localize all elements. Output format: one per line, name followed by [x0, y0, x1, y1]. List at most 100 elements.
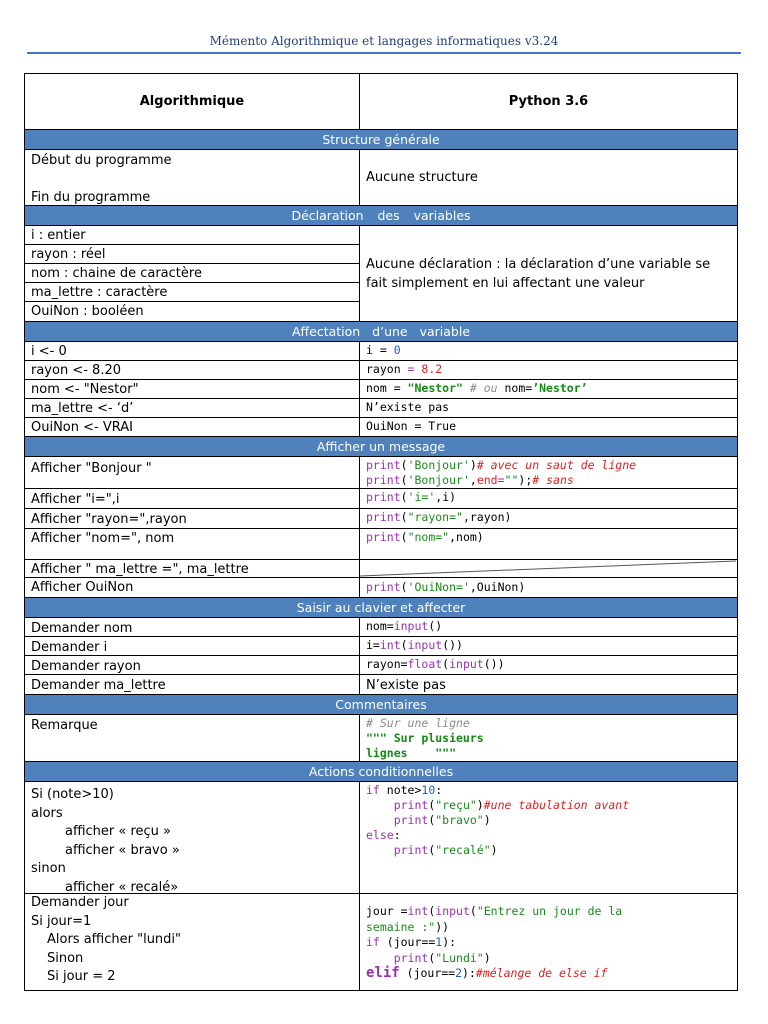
declaration-algo: i : entier rayon : réel nom : chaine de … — [25, 226, 360, 321]
code-token: rayon= — [366, 657, 408, 671]
structure-blank — [31, 172, 353, 190]
affectation-python: N’existe pas — [366, 400, 450, 414]
algo-line: sinon — [31, 861, 66, 877]
title-rule — [27, 52, 741, 54]
code-token: ( — [400, 458, 408, 472]
code-token: () — [428, 619, 443, 633]
code-token: ()) — [483, 657, 505, 671]
code-line: print('Bonjour',end="");# sans — [366, 473, 731, 488]
afficher-ouinon-row: Afficher OuiNon print('OuiNon=',OuiNon) — [25, 578, 737, 598]
declaration-item: rayon : réel — [25, 245, 359, 264]
code-token: ) — [483, 950, 491, 965]
structure-end: Fin du programme — [31, 190, 151, 205]
afficher-python: print('Bonjour')# avec un saut de ligne p… — [360, 457, 737, 488]
code-builtin: print — [366, 473, 401, 487]
afficher-python: print("nom=",nom) — [360, 529, 737, 559]
algo-line: alors — [31, 805, 63, 821]
code-token: , — [469, 473, 477, 487]
code-line: if (jour==1): — [366, 935, 731, 951]
section-afficher: Afficher un message — [25, 437, 737, 457]
afficher-algo: Afficher OuiNon — [25, 578, 360, 597]
code-string: "Lundi" — [435, 950, 484, 965]
section-commentaires: Commentaires — [25, 695, 737, 715]
code-token: ,OuiNon) — [469, 580, 526, 594]
affectation-algo: ma_lettre <- ‘d’ — [25, 399, 360, 417]
code-string: semaine :" — [366, 919, 436, 934]
code-string: "reçu" — [435, 798, 477, 812]
diagonal-strike — [360, 560, 736, 577]
algo-line: Si jour=1 — [31, 913, 92, 929]
code-number: 0 — [393, 343, 401, 357]
conditions-algo: Si (note>10) alors afficher « reçu » aff… — [25, 782, 360, 895]
afficher-rayon-row: Afficher "rayon=",rayon print("rayon=",r… — [25, 509, 737, 529]
code-string: "nom=" — [407, 530, 450, 544]
code-keyword: if — [366, 935, 380, 949]
afficher-algo: Afficher "nom=", nom — [25, 529, 360, 559]
affectation-algo: nom <- "Nestor" — [25, 380, 360, 398]
structure-begin: Début du programme — [31, 153, 172, 168]
code-token: ,nom) — [449, 530, 484, 544]
section-saisir: Saisir au clavier et affecter — [25, 598, 737, 618]
code-string: "Entrez un jour de la — [476, 904, 623, 918]
code-builtin: input — [435, 904, 470, 918]
declaration-item: OuiNon : booléen — [31, 303, 144, 319]
algo-line: Alors afficher "lundi" — [47, 932, 182, 948]
commentaires-python: # Sur une ligne """ Sur plusieurs lignes "… — [360, 715, 737, 761]
code-token: (jour== — [379, 935, 436, 949]
code-token: ( — [400, 490, 408, 504]
code-token: ()) — [442, 638, 463, 652]
algo-line: Si jour = 2 — [47, 969, 116, 985]
declaration-row: i : entier rayon : réel nom : chaine de … — [25, 226, 737, 322]
code-operator: = — [497, 473, 505, 487]
afficher-python: print("rayon=",rayon) — [360, 509, 737, 528]
code-number: 8.2 — [421, 362, 443, 376]
saisir-python: i=int(input()) — [360, 637, 737, 655]
code-string: 'OuiNon=' — [407, 580, 470, 594]
affectation-python: nom = "Nestor" # ou nom=’Nestor’ — [360, 380, 737, 398]
structure-python: Aucune structure — [360, 150, 737, 205]
code-token: note> — [379, 783, 422, 797]
afficher-algo: Afficher "rayon=",rayon — [25, 509, 360, 528]
code-line: print("recalé") — [366, 843, 731, 858]
code-builtin: input — [449, 657, 484, 671]
code-token: ) — [476, 798, 484, 812]
affectation-rayon-row: rayon <- 8.20 rayon = 8.2 — [25, 361, 737, 380]
algo-line: Sinon — [47, 950, 84, 966]
afficher-lettre-row: Afficher " ma_lettre =", ma_lettre — [25, 560, 737, 578]
code-string: 'Bonjour' — [407, 458, 470, 472]
code-comment: # avec un saut de ligne — [476, 458, 637, 472]
conditions-row-2: Demander jour Si jour=1 Alors afficher "… — [25, 894, 737, 991]
section-declaration: Déclaration des variables — [25, 206, 737, 226]
code-token: (jour== — [399, 966, 456, 980]
code-builtin: print — [366, 950, 429, 965]
code-line: elif (jour==2):#mélange de else if — [366, 965, 731, 982]
saisir-algo: Demander i — [25, 637, 360, 655]
algo-line: afficher « bravo » — [65, 842, 180, 858]
structure-algo: Début du programme Fin du programme — [25, 150, 360, 205]
affectation-algo: i <- 0 — [25, 342, 360, 360]
code-keyword: else — [366, 828, 394, 842]
afficher-python: print('OuiNon=',OuiNon) — [360, 578, 737, 597]
affectation-i-row: i <- 0 i = 0 — [25, 342, 737, 361]
code-comment: # sans — [532, 473, 574, 487]
conditions-python: if note>10: print("reçu")#une tabulation… — [360, 782, 737, 893]
memo-table: Algorithmique Python 3.6 Structure génér… — [24, 73, 738, 991]
saisir-algo: Demander ma_lettre — [25, 675, 360, 694]
algo-line: Demander jour — [31, 895, 129, 910]
code-builtin: print — [366, 530, 401, 544]
header-algorithmique: Algorithmique — [25, 74, 360, 129]
code-string: 'Bonjour' — [407, 473, 470, 487]
saisir-rayon-row: Demander rayon rayon=float(input()) — [25, 656, 737, 675]
table-header-row: Algorithmique Python 3.6 — [25, 74, 737, 130]
code-string: "rayon=" — [407, 510, 463, 524]
saisir-algo: Demander rayon — [25, 656, 360, 674]
structure-python-text: Aucune structure — [366, 169, 478, 185]
afficher-algo: Afficher " ma_lettre =", ma_lettre — [25, 560, 360, 577]
algo-line: Si (note>10) — [31, 787, 114, 802]
code-keyword: if — [366, 783, 380, 797]
code-builtin: print — [366, 813, 429, 827]
code-builtin: print — [366, 510, 401, 524]
saisir-algo: Demander nom — [25, 618, 360, 636]
affectation-ouinon-row: OuiNon <- VRAI OuiNon = True — [25, 418, 737, 437]
code-token: : — [393, 828, 401, 842]
